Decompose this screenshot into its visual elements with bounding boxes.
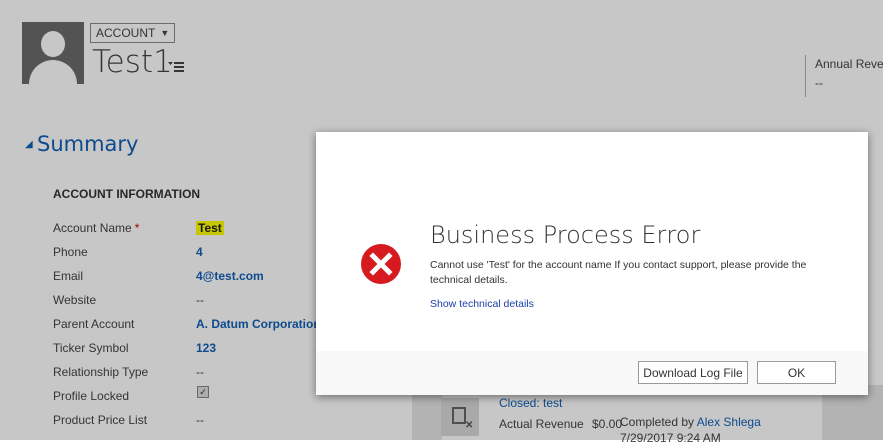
ok-button[interactable]: OK <box>757 361 836 384</box>
business-process-error-dialog: Business Process Error Cannot use 'Test'… <box>316 132 868 395</box>
account-form-page: ACCOUNT ▼ Test1 Annual Reve -- ◢ Summary… <box>0 0 883 445</box>
download-log-file-button[interactable]: Download Log File <box>638 361 748 384</box>
show-technical-details-link[interactable]: Show technical details <box>430 298 534 310</box>
error-icon <box>360 243 402 285</box>
dialog-title: Business Process Error <box>430 221 701 249</box>
dialog-message: Cannot use 'Test' for the account name I… <box>430 259 807 286</box>
